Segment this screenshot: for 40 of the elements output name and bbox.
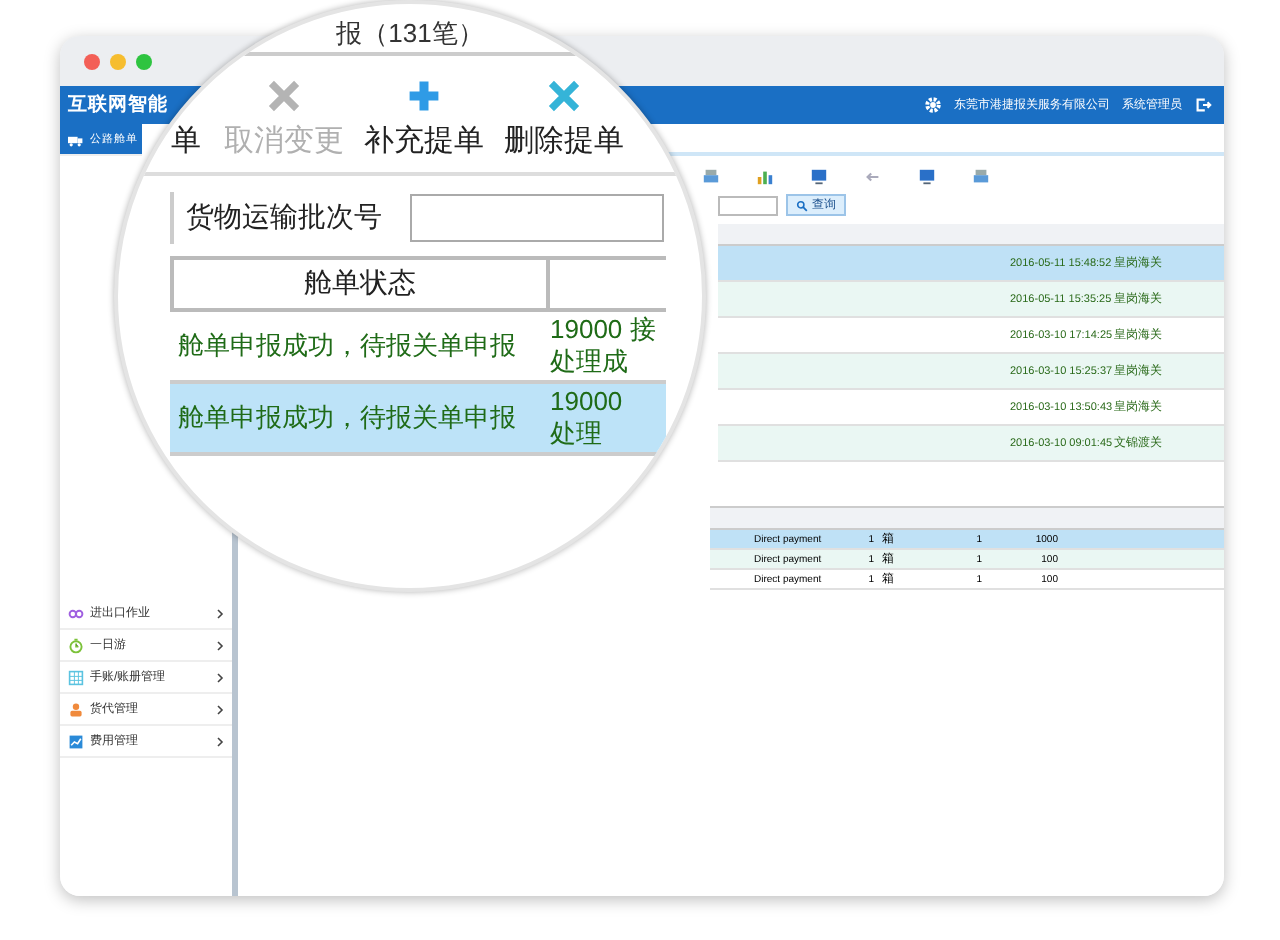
record-count: 报（131笔） bbox=[178, 4, 642, 56]
search-icon bbox=[796, 199, 808, 211]
close-dot-icon[interactable] bbox=[84, 53, 100, 69]
maximize-dot-icon[interactable] bbox=[136, 53, 152, 69]
column-header: 舱单状态 bbox=[170, 260, 550, 308]
clock-icon bbox=[68, 637, 84, 653]
chart-icon[interactable] bbox=[756, 168, 774, 186]
chevron-icon bbox=[216, 607, 224, 619]
grid-icon bbox=[68, 669, 84, 685]
table-cell-text: 舱单申报成功，待报关单申报 bbox=[176, 328, 518, 364]
input-field[interactable] bbox=[410, 194, 664, 242]
truck-icon bbox=[68, 131, 84, 147]
logout-icon[interactable] bbox=[1194, 96, 1212, 114]
minimize-dot-icon[interactable] bbox=[110, 53, 126, 69]
table-cell-text: 19000 处理 bbox=[548, 386, 623, 450]
person-icon bbox=[68, 701, 84, 717]
link-icon bbox=[68, 605, 84, 621]
toolbar-button[interactable]: 补充提单 bbox=[364, 78, 484, 160]
chevron-icon bbox=[216, 703, 224, 715]
chevron-icon bbox=[216, 735, 224, 747]
app-title: 互联网智能 bbox=[68, 92, 168, 118]
monitor-icon[interactable] bbox=[918, 168, 936, 186]
table-row[interactable]: 舱单申报成功，待报关单申报 19000 处理 bbox=[170, 384, 666, 456]
printer-icon[interactable] bbox=[972, 168, 990, 186]
monitor-icon[interactable] bbox=[810, 168, 828, 186]
toolbar-button[interactable]: 删除提单 bbox=[504, 78, 624, 160]
chevron-icon bbox=[216, 639, 224, 651]
add-icon bbox=[406, 78, 442, 114]
arrow-icon[interactable] bbox=[864, 168, 882, 186]
cancel-icon bbox=[266, 78, 302, 114]
chart-icon bbox=[68, 733, 84, 749]
settings-icon[interactable] bbox=[924, 96, 942, 114]
delete-icon bbox=[546, 78, 582, 114]
chevron-icon bbox=[216, 671, 224, 683]
printer-icon[interactable] bbox=[702, 168, 720, 186]
table-cell-text: 舱单申报成功，待报关单申报 bbox=[176, 400, 518, 436]
table-cell-text: 19000 接 处理成 bbox=[548, 314, 656, 378]
field-label: 货物运输批次号 bbox=[170, 192, 394, 244]
search-field[interactable] bbox=[718, 195, 778, 215]
toolbar-button[interactable]: 单 bbox=[168, 78, 204, 160]
